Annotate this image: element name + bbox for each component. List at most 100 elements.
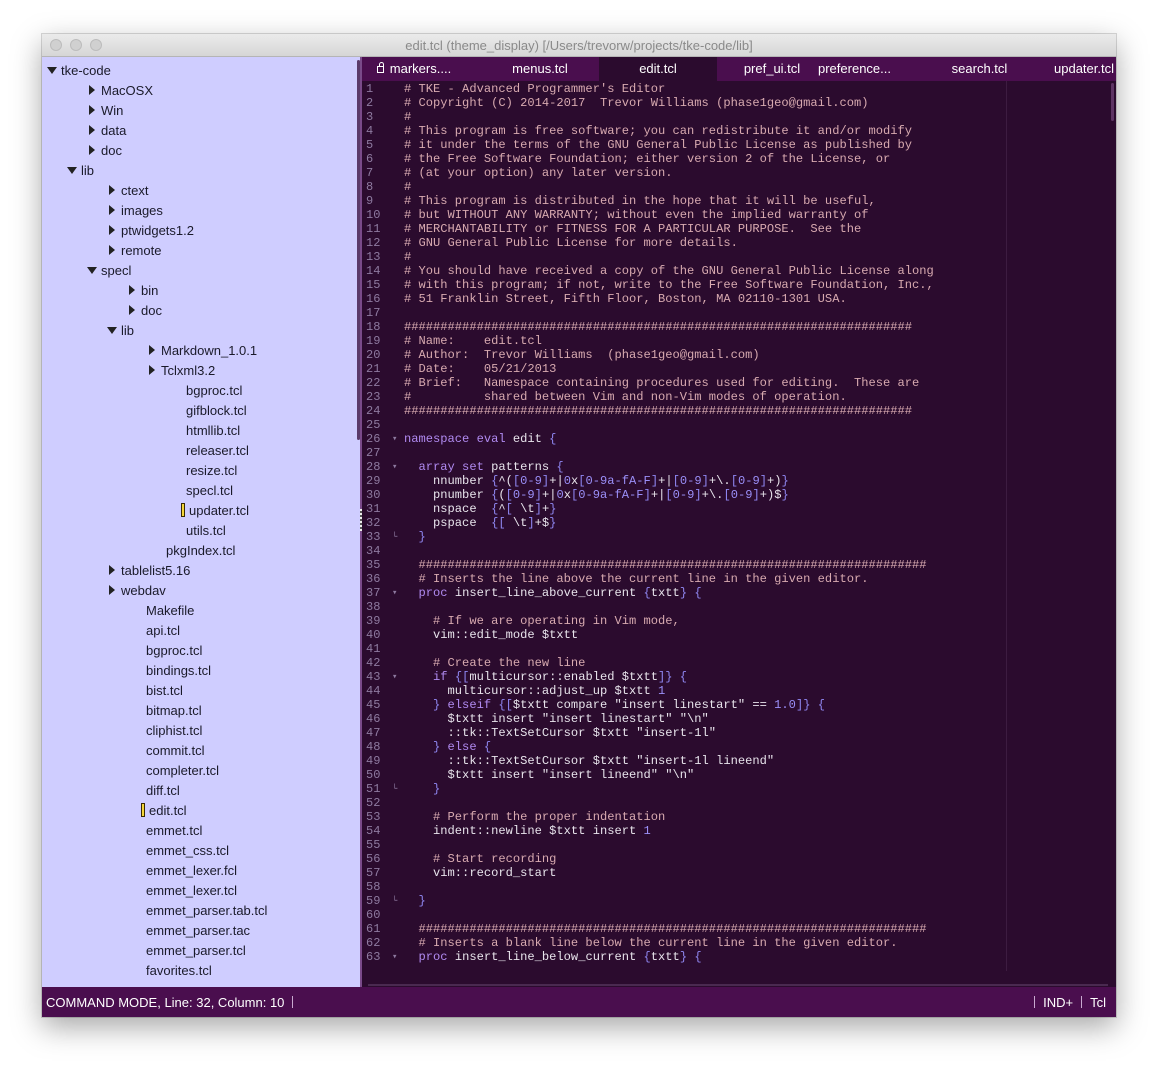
code-line[interactable]: # Perform the proper indentation	[404, 810, 665, 824]
code-line[interactable]: $txtt insert "insert lineend" "\n"	[404, 768, 695, 782]
tree-file-item[interactable]: edit.tcl	[141, 800, 187, 820]
fold-arrow-icon[interactable]: ▾	[392, 462, 397, 472]
chevron-right-icon[interactable]	[89, 125, 95, 135]
code-line[interactable]: # 51 Franklin Street, Fifth Floor, Bosto…	[404, 292, 847, 306]
tree-file-item[interactable]: emmet_parser.tab.tcl	[146, 900, 267, 920]
tree-folder-item[interactable]: Tclxml3.2	[147, 360, 215, 380]
tree-file-item[interactable]: emmet_parser.tcl	[146, 940, 246, 960]
code-line[interactable]: # If we are operating in Vim mode,	[404, 614, 680, 628]
tab-edit-tcl[interactable]: edit.tcl	[599, 57, 717, 81]
code-editor[interactable]: 1 2 3 4 5 6 7 8 9 10 11 12 13 14 15 16 17 18 19 20 21 22 23 24 2…	[362, 81, 1116, 987]
tree-file-item[interactable]: emmet.tcl	[146, 820, 202, 840]
tree-file-item[interactable]: api.tcl	[146, 620, 180, 640]
code-line[interactable]: indent::newline $txtt insert 1	[404, 824, 651, 838]
chevron-right-icon[interactable]	[129, 305, 135, 315]
code-text[interactable]: # TKE - Advanced Programmer's Editor # Co…	[404, 81, 1104, 987]
tree-file-item[interactable]: bindings.tcl	[146, 660, 211, 680]
code-line[interactable]: }	[404, 782, 440, 796]
chevron-right-icon[interactable]	[109, 565, 115, 575]
tree-file-item[interactable]: updater.tcl	[181, 500, 249, 520]
tree-folder-item[interactable]: ctext	[107, 180, 148, 200]
code-line[interactable]: # GNU General Public License for more de…	[404, 236, 738, 250]
fold-arrow-icon[interactable]: ▾	[392, 588, 397, 598]
chevron-right-icon[interactable]	[109, 185, 115, 195]
code-line[interactable]: pspace {[ \t]+$}	[404, 516, 556, 530]
tree-folder-item[interactable]: webdav	[107, 580, 166, 600]
tree-file-item[interactable]: bitmap.tcl	[146, 700, 202, 720]
tree-folder-item[interactable]: MacOSX	[87, 80, 153, 100]
fold-arrow-icon[interactable]: ▾	[392, 952, 397, 962]
tab-menus-tcl[interactable]: menus.tcl	[481, 57, 599, 81]
code-line[interactable]: # Copyright (C) 2014-2017 Trevor William…	[404, 96, 868, 110]
tree-file-item[interactable]: bgproc.tcl	[146, 640, 202, 660]
chevron-down-icon[interactable]	[67, 166, 77, 174]
code-line[interactable]: }	[404, 894, 426, 908]
tree-folder-item[interactable]: lib	[107, 320, 134, 340]
tree-folder-item[interactable]: tke-code	[47, 60, 111, 80]
tree-folder-item[interactable]: data	[87, 120, 126, 140]
chevron-right-icon[interactable]	[149, 365, 155, 375]
tree-file-item[interactable]: emmet_lexer.fcl	[146, 860, 237, 880]
code-line[interactable]: } else {	[404, 740, 491, 754]
chevron-right-icon[interactable]	[109, 205, 115, 215]
code-line[interactable]: vim::record_start	[404, 866, 556, 880]
tab-preference[interactable]: preference...	[792, 57, 917, 81]
code-line[interactable]: # Author: Trevor Williams (phase1geo@gma…	[404, 348, 760, 362]
chevron-right-icon[interactable]	[109, 225, 115, 235]
chevron-right-icon[interactable]	[89, 85, 95, 95]
code-line[interactable]: ########################################…	[404, 320, 912, 334]
tree-file-item[interactable]: completer.tcl	[146, 760, 219, 780]
code-line[interactable]: # Start recording	[404, 852, 556, 866]
code-line[interactable]: namespace eval edit {	[404, 432, 556, 446]
chevron-down-icon[interactable]	[87, 266, 97, 274]
tree-file-item[interactable]: htmllib.tcl	[186, 420, 240, 440]
tree-file-item[interactable]: emmet_css.tcl	[146, 840, 229, 860]
code-line[interactable]: # This program is distributed in the hop…	[404, 194, 876, 208]
code-line[interactable]: pnumber {([0-9]+|0x[0-9a-fA-F]+|[0-9]+\.…	[404, 488, 789, 502]
editor-scrollbar[interactable]	[1111, 83, 1114, 121]
tree-file-item[interactable]: bgproc.tcl	[186, 380, 242, 400]
code-line[interactable]: ::tk::TextSetCursor $txtt "insert-1l lin…	[404, 754, 775, 768]
code-line[interactable]: # Brief: Namespace containing procedures…	[404, 376, 919, 390]
code-line[interactable]: nnumber {^([0-9]+|0x[0-9a-fA-F]+|[0-9]+\…	[404, 474, 789, 488]
tree-file-item[interactable]: resize.tcl	[186, 460, 237, 480]
code-line[interactable]: # Date: 05/21/2013	[404, 362, 556, 376]
code-line[interactable]: }	[404, 530, 426, 544]
code-line[interactable]: vim::edit_mode $txtt	[404, 628, 578, 642]
tree-file-item[interactable]: specl.tcl	[186, 480, 233, 500]
tree-file-item[interactable]: favorites.tcl	[146, 960, 212, 980]
tab-search-tcl[interactable]: search.tcl	[917, 57, 1042, 81]
code-line[interactable]: ::tk::TextSetCursor $txtt "insert-1l"	[404, 726, 717, 740]
tree-folder-item[interactable]: doc	[127, 300, 162, 320]
tree-file-item[interactable]: diff.tcl	[146, 780, 180, 800]
tab-updater-tcl[interactable]: updater.tcl	[1032, 57, 1136, 81]
chevron-right-icon[interactable]	[89, 145, 95, 155]
tree-file-item[interactable]: releaser.tcl	[186, 440, 249, 460]
code-line[interactable]: # shared between Vim and non-Vim modes o…	[404, 390, 847, 404]
chevron-down-icon[interactable]	[107, 326, 117, 334]
code-line[interactable]: # Inserts the line above the current lin…	[404, 572, 869, 586]
tree-file-item[interactable]: bist.tcl	[146, 680, 183, 700]
chevron-right-icon[interactable]	[109, 585, 115, 595]
code-line[interactable]: # TKE - Advanced Programmer's Editor	[404, 82, 665, 96]
code-line[interactable]: #	[404, 180, 411, 194]
tree-folder-item[interactable]: lib	[67, 160, 94, 180]
tree-file-item[interactable]: cliphist.tcl	[146, 720, 202, 740]
code-line[interactable]: nspace {^[ \t]+}	[404, 502, 556, 516]
code-line[interactable]: ########################################…	[404, 558, 927, 572]
tree-folder-item[interactable]: remote	[107, 240, 161, 260]
tree-folder-item[interactable]: specl	[87, 260, 131, 280]
tree-file-item[interactable]: commit.tcl	[146, 740, 205, 760]
chevron-right-icon[interactable]	[89, 105, 95, 115]
tree-folder-item[interactable]: images	[107, 200, 163, 220]
code-line[interactable]: proc insert_line_below_current {txtt} {	[404, 950, 702, 964]
tree-folder-item[interactable]: ptwidgets1.2	[107, 220, 194, 240]
code-line[interactable]: array set patterns {	[404, 460, 564, 474]
chevron-right-icon[interactable]	[149, 345, 155, 355]
code-line[interactable]: # (at your option) any later version.	[404, 166, 673, 180]
code-line[interactable]: # Name: edit.tcl	[404, 334, 542, 348]
language-indicator[interactable]: Tcl	[1090, 995, 1106, 1010]
code-line[interactable]: ########################################…	[404, 922, 927, 936]
fold-arrow-icon[interactable]: ▾	[392, 434, 397, 444]
code-line[interactable]: # MERCHANTABILITY or FITNESS FOR A PARTI…	[404, 222, 861, 236]
